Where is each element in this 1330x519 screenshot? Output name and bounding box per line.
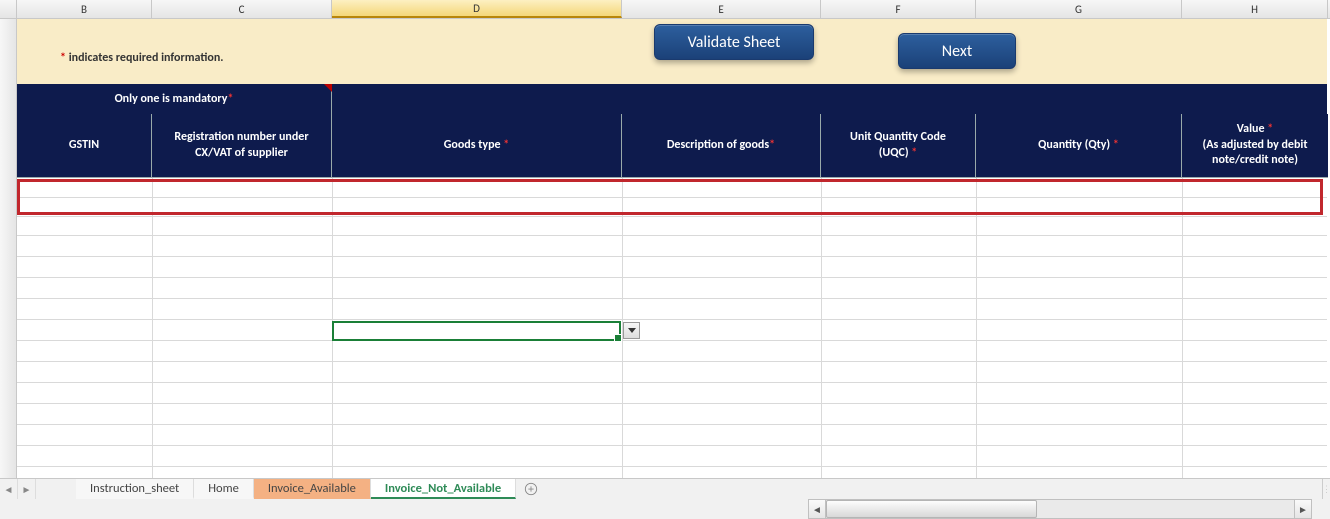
scroll-track[interactable] — [826, 499, 1294, 519]
tab-instruction-sheet[interactable]: Instruction_sheet — [76, 479, 194, 499]
tab-invoice-not-available[interactable]: Invoice_Not_Available — [371, 479, 516, 499]
plus-circle-icon — [524, 482, 538, 496]
grid-body[interactable] — [17, 178, 1327, 479]
sheet-tab-bar: ◄ ► Instruction_sheet Home Invoice_Avail… — [0, 478, 1330, 499]
cell-dropdown-button[interactable] — [623, 322, 640, 339]
tab-nav-next[interactable]: ► — [18, 479, 36, 499]
mandatory-header: Only one is mandatory * — [17, 84, 332, 114]
th-goods-type: Goods type * — [332, 114, 622, 178]
col-header-e[interactable]: E — [622, 0, 821, 18]
tab-home[interactable]: Home — [194, 479, 254, 499]
row-gutter[interactable] — [0, 19, 17, 479]
next-button[interactable]: Next — [898, 33, 1016, 69]
th-qty: Quantity (Qty) * — [976, 114, 1182, 178]
th-registration: Registration number under CX/VAT of supp… — [152, 114, 332, 178]
scroll-left-button[interactable]: ◄ — [808, 499, 826, 519]
validate-sheet-button[interactable]: Validate Sheet — [654, 24, 814, 60]
th-gstin: GSTIN — [17, 114, 152, 178]
info-banner-text: * indicates required information. — [60, 51, 223, 65]
col-header-d[interactable]: D — [332, 0, 622, 18]
col-header-b[interactable]: B — [17, 0, 152, 18]
col-header-h[interactable]: H — [1182, 0, 1328, 18]
col-header-g[interactable]: G — [976, 0, 1182, 18]
comment-indicator-icon[interactable] — [324, 84, 332, 92]
col-header-f[interactable]: F — [821, 0, 976, 18]
tab-nav-prev[interactable]: ◄ — [0, 479, 18, 499]
horizontal-scrollbar: ◄ ► — [0, 499, 1330, 519]
add-sheet-button[interactable] — [516, 479, 546, 499]
scroll-right-button[interactable]: ► — [1294, 499, 1312, 519]
th-value: Value *(As adjusted by debit note/credit… — [1182, 114, 1328, 178]
tab-invoice-available[interactable]: Invoice_Available — [254, 479, 371, 499]
select-all-corner[interactable] — [0, 0, 17, 18]
th-description: Description of goods* — [622, 114, 821, 178]
scroll-thumb[interactable] — [826, 500, 1037, 518]
th-uqc: Unit Quantity Code(UQC) * — [821, 114, 976, 178]
tab-splitter[interactable]: ⋮ — [1322, 479, 1330, 499]
column-letter-row: B C D E F G H — [0, 0, 1330, 19]
table-header-row: GSTIN Registration number under CX/VAT o… — [17, 114, 1328, 178]
col-header-c[interactable]: C — [152, 0, 332, 18]
